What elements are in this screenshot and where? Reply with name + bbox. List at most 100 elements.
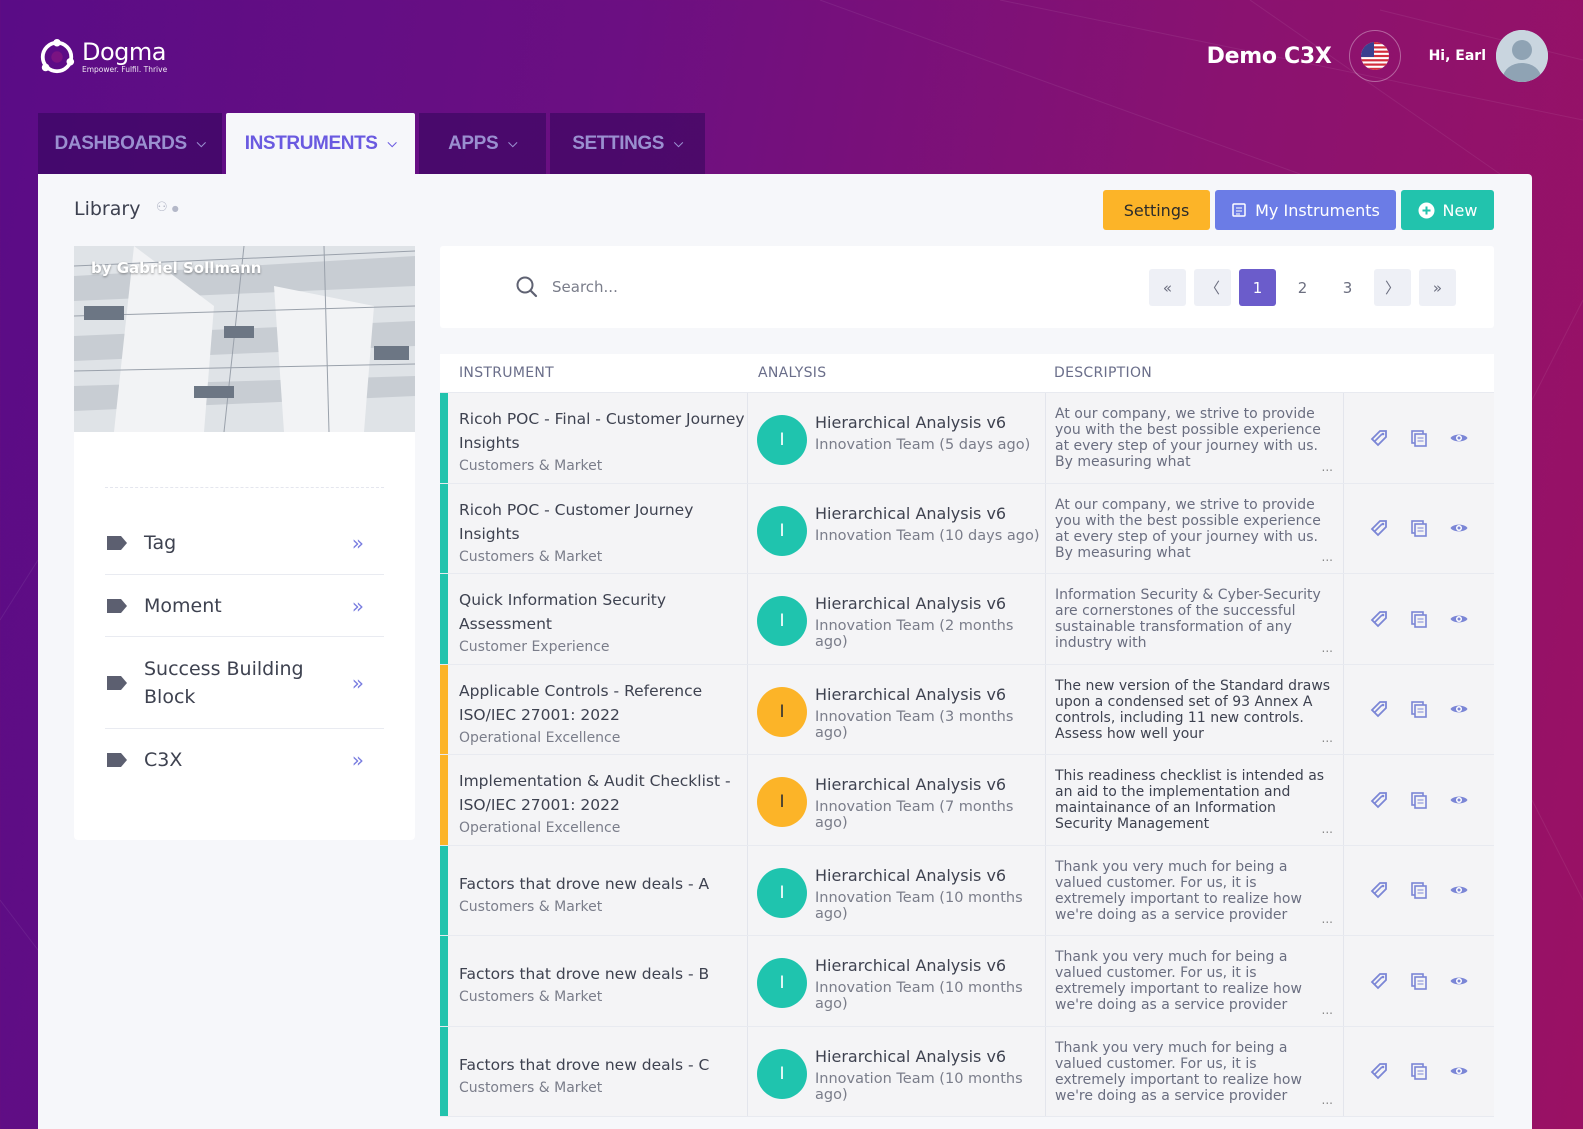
page-2-button[interactable]: 2 [1284,269,1321,306]
instrument-name[interactable]: Factors that drove new deals - C [459,1053,747,1077]
filter-item-tag[interactable]: Tag » [105,512,384,575]
instrument-name[interactable]: Ricoh POC - Customer Journey Insights [459,498,747,546]
copy-icon[interactable] [1409,428,1429,448]
table-header: INSTRUMENT ANALYSIS DESCRIPTION [440,354,1494,393]
user-greeting: Hi, Earl [1428,48,1486,64]
tag-icon [107,753,127,767]
column-header-instrument[interactable]: INSTRUMENT [440,365,740,381]
filter-panel: by Gabriel Sollmann Tag » Moment » Succe… [74,246,415,840]
instrument-name[interactable]: Ricoh POC - Final - Customer Journey Ins… [459,407,747,455]
eye-icon[interactable] [1449,518,1469,538]
instrument-name[interactable]: Factors that drove new deals - B [459,962,747,986]
eye-icon[interactable] [1449,971,1469,991]
double-chevron-right-icon: » [351,531,364,555]
instrument-name[interactable]: Applicable Controls - Reference ISO/IEC … [459,679,747,727]
column-header-analysis[interactable]: ANALYSIS [740,365,1038,381]
copy-icon[interactable] [1409,699,1429,719]
search-input[interactable] [552,271,1032,303]
copy-icon[interactable] [1409,880,1429,900]
last-page-button[interactable]: » [1419,269,1456,306]
tag-edit-icon[interactable] [1369,971,1389,991]
instrument-name[interactable]: Implementation & Audit Checklist - ISO/I… [459,769,747,817]
table-row[interactable]: Factors that drove new deals - B Custome… [440,936,1494,1027]
filter-item-label: Moment [144,594,222,617]
hierarchy-icon[interactable]: ⚇ ● [156,200,179,215]
table-row[interactable]: Quick Information Security Assessment Cu… [440,574,1494,665]
eye-icon[interactable] [1449,699,1469,719]
my-instruments-label: My Instruments [1255,200,1380,220]
next-page-button[interactable]: 〉 [1374,269,1411,306]
table-row[interactable]: Factors that drove new deals - A Custome… [440,845,1494,936]
description-cell: This readiness checklist is intended as … [1046,755,1344,845]
tag-icon [107,598,127,613]
new-button[interactable]: New [1401,190,1494,230]
language-selector[interactable] [1348,30,1401,82]
row-actions [1344,574,1494,664]
copy-icon[interactable] [1409,1061,1429,1081]
user-avatar[interactable] [1496,30,1548,82]
tab-settings[interactable]: SETTINGS ⌵ [550,113,705,174]
more-indicator[interactable]: ... [1322,1092,1333,1108]
analysis-team: Innovation Team (3 months ago) [815,708,1014,741]
my-instruments-button[interactable]: My Instruments [1215,190,1396,230]
more-indicator[interactable]: ... [1322,1002,1333,1018]
copy-icon[interactable] [1409,790,1429,810]
more-indicator[interactable]: ... [1322,821,1333,837]
eye-icon[interactable] [1449,880,1469,900]
tag-edit-icon[interactable] [1369,790,1389,810]
chevron-down-icon: ⌵ [196,136,206,150]
copy-icon[interactable] [1409,609,1429,629]
eye-icon[interactable] [1449,790,1469,810]
table-row[interactable]: Ricoh POC - Final - Customer Journey Ins… [440,393,1494,484]
table-row[interactable]: Implementation & Audit Checklist - ISO/I… [440,755,1494,846]
tab-dashboards[interactable]: DASHBOARDS ⌵ [38,113,222,174]
settings-button[interactable]: Settings [1103,190,1210,230]
more-indicator[interactable]: ... [1322,459,1333,475]
instrument-name[interactable]: Quick Information Security Assessment [459,588,747,636]
double-chevron-right-icon: » [351,748,364,772]
tag-edit-icon[interactable] [1369,428,1389,448]
first-page-button[interactable]: « [1149,269,1186,306]
prev-page-button[interactable]: 〈 [1194,269,1231,306]
copy-icon[interactable] [1409,971,1429,991]
filter-item-success-building-block[interactable]: Success Building Block » [105,637,384,729]
analysis-cell: I Hierarchical Analysis v6 Innovation Te… [748,664,1046,754]
tag-edit-icon[interactable] [1369,518,1389,538]
instrument-category: Customers & Market [459,898,603,915]
analysis-cell: I Hierarchical Analysis v6 Innovation Te… [748,1026,1046,1116]
page-1-button[interactable]: 1 [1239,269,1276,306]
row-actions [1344,393,1494,483]
tab-apps[interactable]: APPS ⌵ [419,113,546,174]
instrument-name[interactable]: Factors that drove new deals - A [459,872,747,896]
tab-label: DASHBOARDS [54,132,188,154]
tag-edit-icon[interactable] [1369,880,1389,900]
tab-instruments[interactable]: INSTRUMENTS ⌵ [226,113,415,174]
eye-icon[interactable] [1449,428,1469,448]
brand-logo[interactable]: Dogma Empower. Fulfil. Thrive [38,38,167,76]
filter-item-moment[interactable]: Moment » [105,575,384,637]
avatar-placeholder-icon [1496,30,1548,82]
instruments-icon [1232,203,1246,217]
eye-icon[interactable] [1449,609,1469,629]
more-indicator[interactable]: ... [1322,640,1333,656]
search-bar: « 〈 1 2 3 〉 » [440,246,1494,328]
instrument-category: Customers & Market [459,548,603,565]
row-actions [1344,755,1494,845]
filter-item-c3x[interactable]: C3X » [105,729,384,791]
more-indicator[interactable]: ... [1322,730,1333,746]
eye-icon[interactable] [1449,1061,1469,1081]
more-indicator[interactable]: ... [1322,911,1333,927]
tag-edit-icon[interactable] [1369,1061,1389,1081]
tag-edit-icon[interactable] [1369,609,1389,629]
copy-icon[interactable] [1409,518,1429,538]
tag-edit-icon[interactable] [1369,699,1389,719]
page-3-button[interactable]: 3 [1329,269,1366,306]
more-indicator[interactable]: ... [1322,549,1333,565]
table-row[interactable]: Ricoh POC - Customer Journey Insights Cu… [440,483,1494,574]
table-row[interactable]: Applicable Controls - Reference ISO/IEC … [440,664,1494,755]
row-actions [1344,846,1494,936]
analysis-cell: I Hierarchical Analysis v6 Innovation Te… [748,483,1046,573]
filter-item-label: Tag [144,532,177,554]
filter-item-label: Success Building Block [144,657,304,708]
table-row[interactable]: Factors that drove new deals - C Custome… [440,1026,1494,1117]
